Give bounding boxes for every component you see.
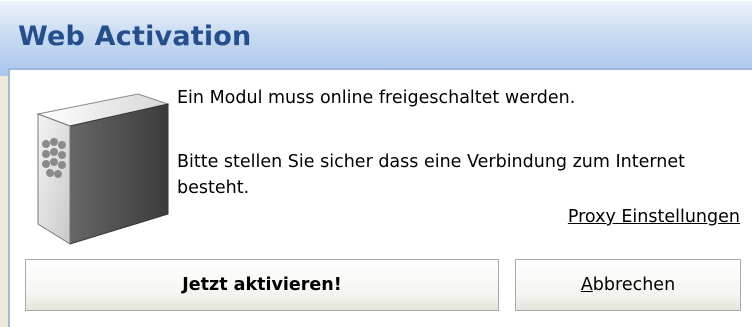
- activate-button[interactable]: Jetzt aktivieren!: [25, 259, 499, 311]
- cancel-button-label: bbrechen: [592, 275, 676, 295]
- message-line-1: Ein Modul muss online freigeschaltet wer…: [177, 88, 576, 108]
- module-server-icon: [36, 93, 170, 245]
- message-line-2: Bitte stellen Sie sicher dass eine Verbi…: [177, 152, 685, 198]
- cancel-button[interactable]: Abbrechen: [515, 259, 741, 311]
- proxy-settings-link[interactable]: Proxy Einstellungen: [568, 207, 740, 227]
- window-title: Web Activation: [18, 21, 252, 52]
- dialog-content: Ein Modul muss online freigeschaltet wer…: [8, 68, 752, 327]
- cancel-button-accelerator: A: [580, 275, 593, 295]
- title-bar[interactable]: Web Activation: [0, 0, 752, 76]
- web-activation-window: Web Activation Ein Modul muss online fre…: [0, 0, 752, 327]
